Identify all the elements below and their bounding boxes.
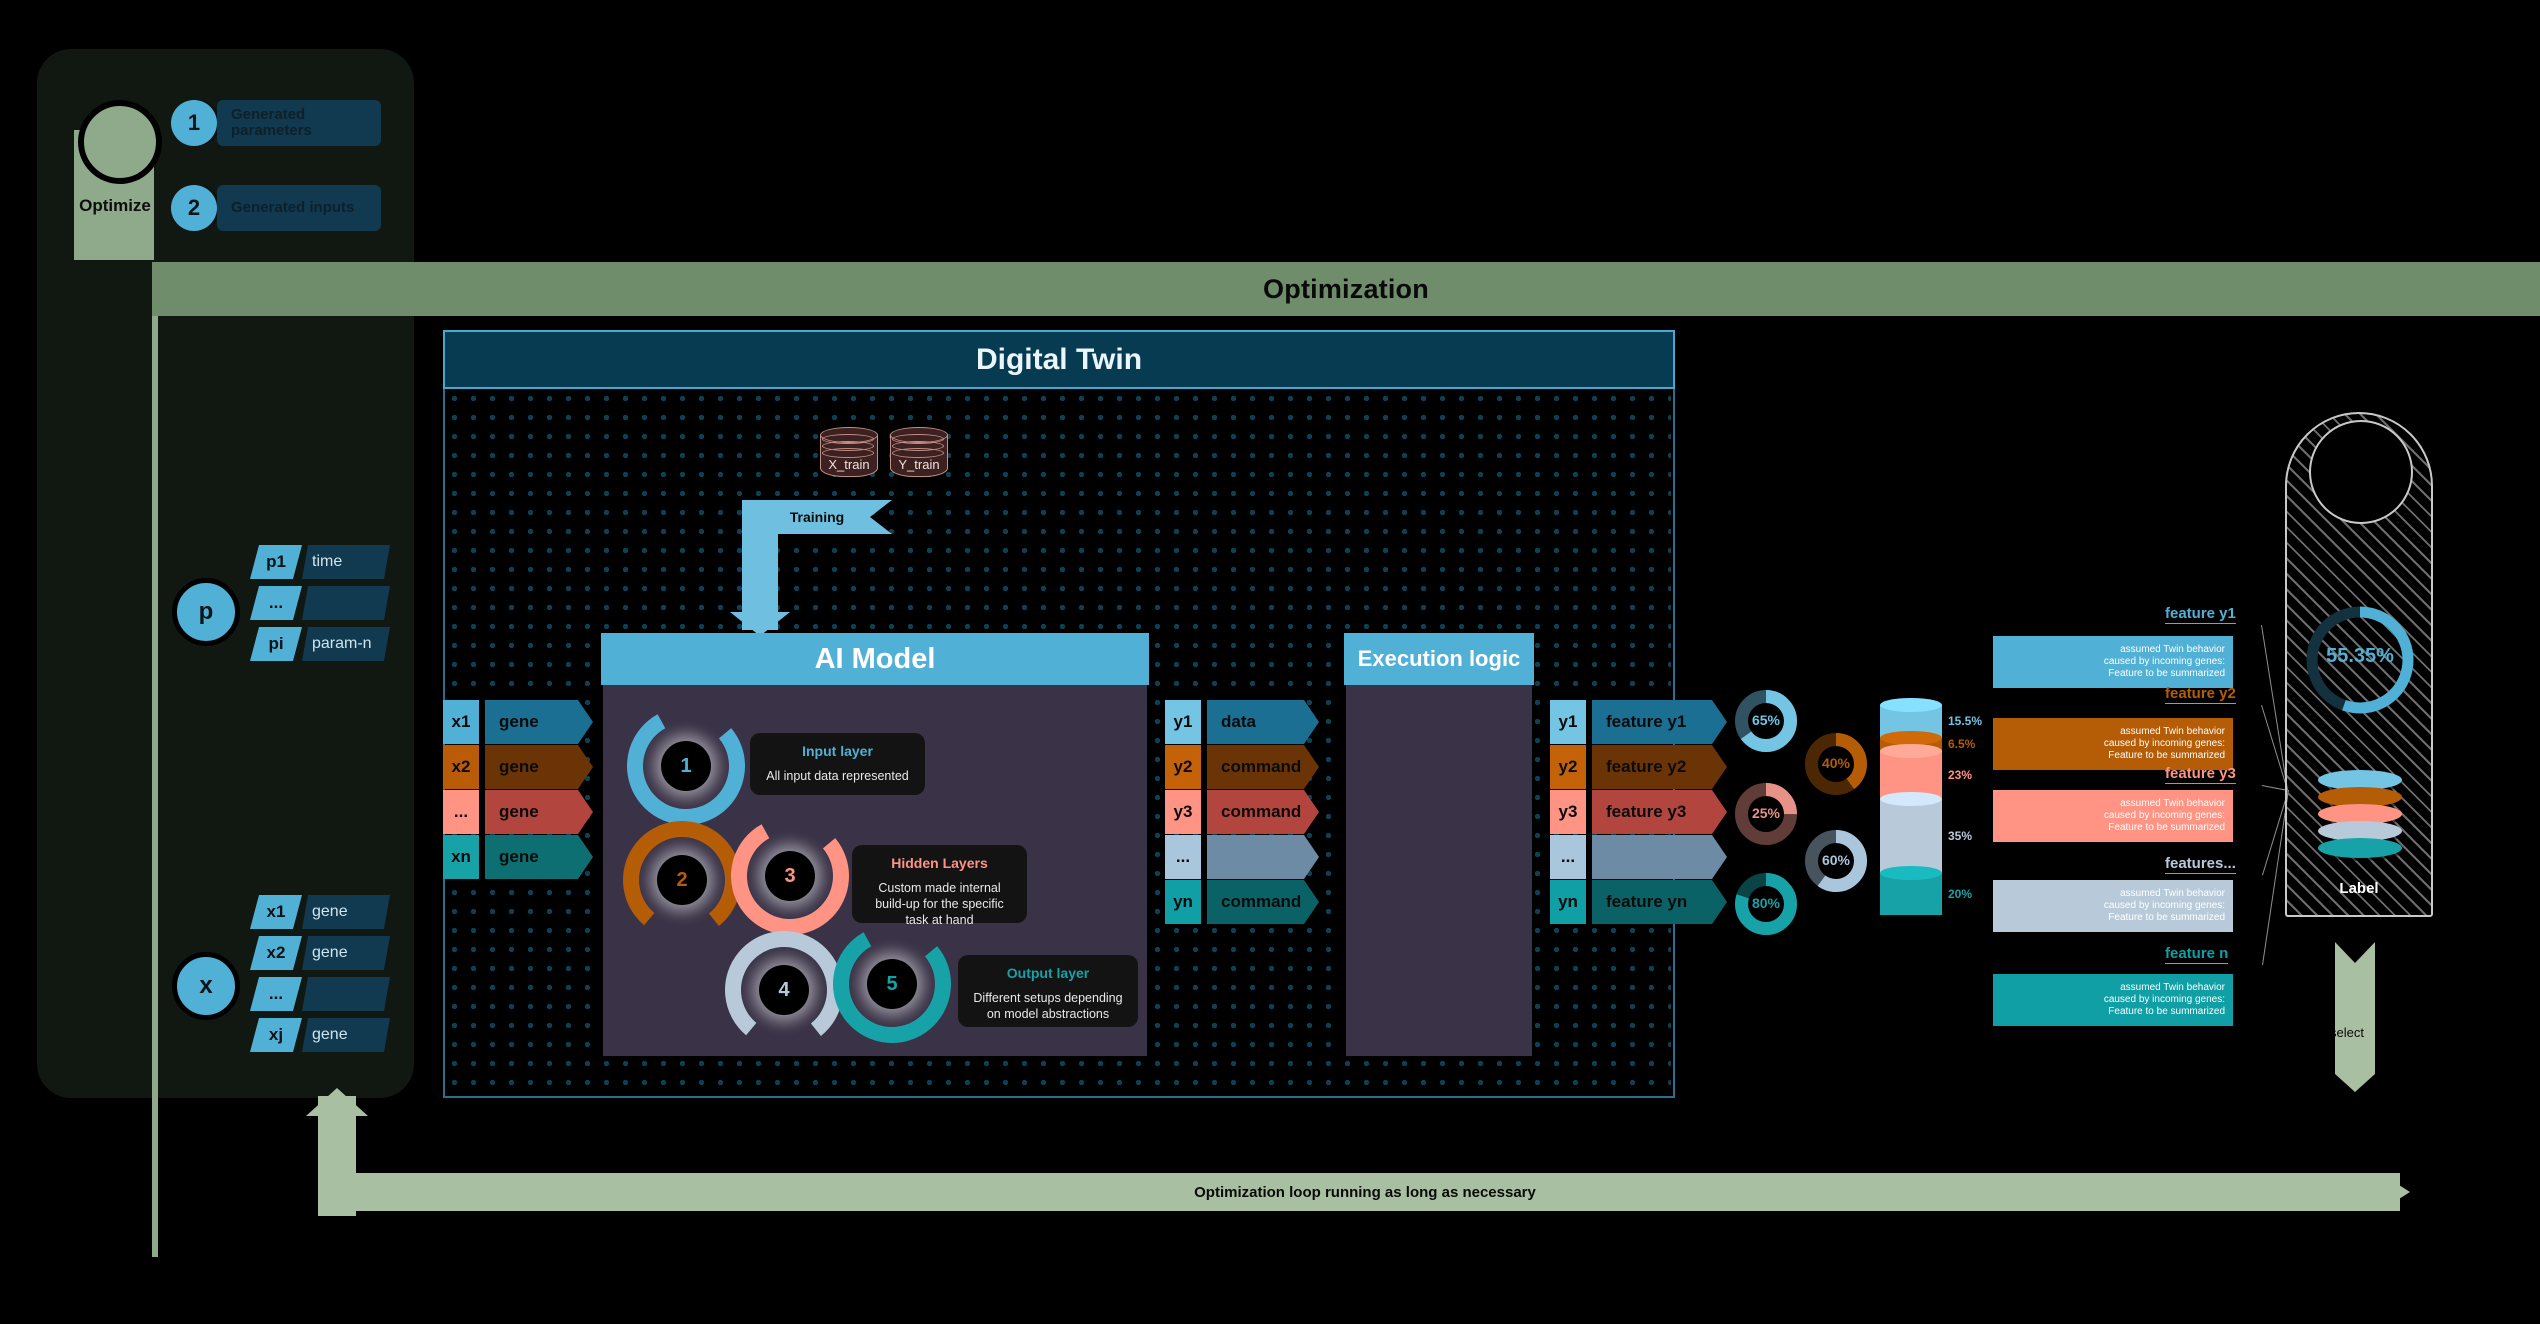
label-score-text: 55.35%	[2326, 645, 2394, 667]
feature-callout-title: feature y1	[2165, 605, 2236, 624]
feature-callout-line: Feature to be summarized	[2108, 668, 2225, 680]
label-tag-caption: Label	[2339, 880, 2379, 897]
feature-callout-line: Feature to be summarized	[2108, 822, 2225, 834]
feature-callout-line: caused by incoming genes:	[2103, 899, 2225, 911]
feature-callout-line: Feature to be summarized	[2108, 750, 2225, 762]
select-arrow	[2335, 942, 2375, 1092]
callout-leader-line	[2261, 625, 2288, 791]
feature-callout-title: feature y3	[2165, 765, 2236, 784]
select-arrow-label: select	[2330, 1025, 2364, 1040]
feature-callout-line: assumed Twin behavior	[2120, 797, 2225, 809]
feature-callout: assumed Twin behavior caused by incoming …	[1993, 636, 2233, 688]
feature-callout-title: feature n	[2165, 945, 2229, 964]
feature-callout-line: caused by incoming genes:	[2103, 737, 2225, 749]
feature-callout-line: caused by incoming genes:	[2103, 809, 2225, 821]
feature-callout-line: assumed Twin behavior	[2120, 887, 2225, 899]
feature-callout-line: caused by incoming genes:	[2103, 655, 2225, 667]
feature-callout: assumed Twin behavior caused by incoming …	[1993, 880, 2233, 932]
feature-callout: assumed Twin behavior caused by incoming …	[1993, 974, 2233, 1026]
feature-callout-line: Feature to be summarized	[2108, 1006, 2225, 1018]
feature-callout-line: assumed Twin behavior	[2120, 725, 2225, 737]
feature-callout-line: assumed Twin behavior	[2120, 643, 2225, 655]
feature-callout: assumed Twin behavior caused by incoming …	[1993, 790, 2233, 842]
label-tag-hole	[2309, 420, 2413, 524]
feature-callout-title: features...	[2165, 855, 2236, 874]
feature-callout-line: Feature to be summarized	[2108, 912, 2225, 924]
feature-callout: assumed Twin behavior caused by incoming …	[1993, 718, 2233, 770]
feature-callout-group: assumed Twin behavior caused by incoming …	[0, 0, 2540, 1324]
feature-callout-title: feature y2	[2165, 685, 2236, 704]
callout-leader-line	[2261, 705, 2288, 791]
label-disc	[2318, 838, 2402, 858]
feature-callout-line: assumed Twin behavior	[2120, 981, 2225, 993]
feature-callout-line: caused by incoming genes:	[2103, 993, 2225, 1005]
optimization-loop-label: Optimization loop running as long as nec…	[330, 1173, 2400, 1211]
